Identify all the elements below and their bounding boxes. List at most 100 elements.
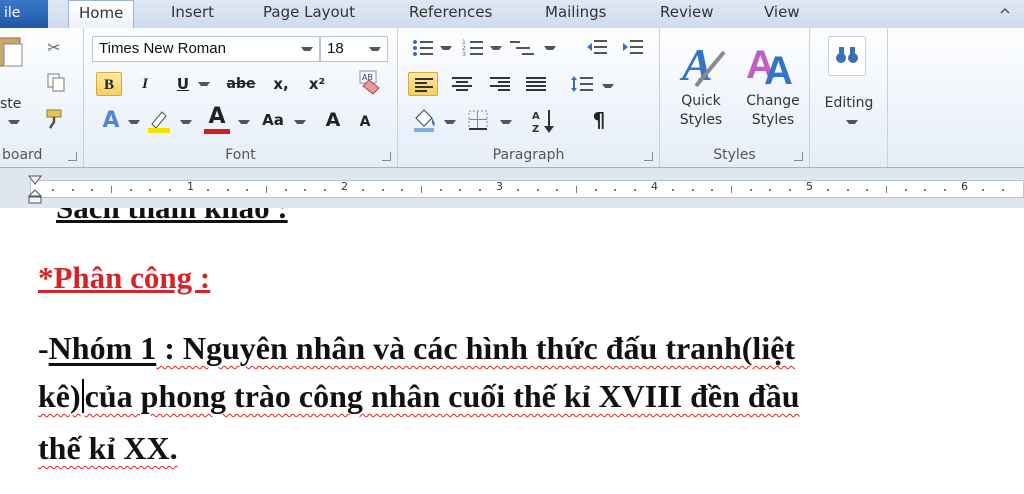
ruler-mark bbox=[536, 189, 539, 191]
ruler-mark bbox=[943, 189, 946, 191]
ruler-number: 6 bbox=[961, 180, 968, 193]
ruler-mark bbox=[362, 189, 365, 191]
ruler-mark bbox=[459, 189, 462, 191]
ribbon-tab-bar: ile Home Insert Page Layout References M… bbox=[0, 0, 1024, 29]
paragraph-line-3: thế kỉ XX. bbox=[38, 430, 178, 467]
tab-file[interactable]: ile bbox=[0, 0, 48, 28]
ruler-mark bbox=[788, 189, 791, 191]
decrease-indent-icon[interactable] bbox=[586, 38, 608, 58]
superscript-button[interactable]: x² bbox=[304, 72, 330, 96]
ruler-mark bbox=[1001, 189, 1004, 191]
text-effects-dropdown-icon[interactable] bbox=[128, 120, 140, 124]
ruler-mark bbox=[420, 186, 422, 193]
highlight-icon[interactable] bbox=[146, 108, 174, 134]
font-color-dropdown-icon[interactable] bbox=[238, 120, 250, 124]
tab-review[interactable]: Review bbox=[660, 0, 714, 28]
quick-styles-button[interactable]: A Quick Styles bbox=[666, 32, 736, 136]
paste-label[interactable]: ste bbox=[0, 96, 26, 112]
document-page[interactable]: Sách tham khảo : *Phân công : -Nhóm 1 : … bbox=[0, 208, 1024, 494]
bullets-dropdown-icon[interactable] bbox=[440, 46, 452, 50]
tab-references[interactable]: References bbox=[409, 0, 492, 28]
font-color-bar bbox=[204, 129, 230, 134]
ruler-mark bbox=[904, 189, 907, 191]
ruler-mark bbox=[246, 189, 249, 191]
copy-icon[interactable] bbox=[46, 72, 66, 92]
align-right-icon[interactable] bbox=[490, 76, 510, 92]
show-formatting-button[interactable]: ¶ bbox=[586, 108, 612, 132]
ruler-mark bbox=[110, 186, 112, 193]
line1-text: : Nguyên nhân và các hình thức đấu tranh… bbox=[156, 330, 796, 366]
subscript-button[interactable]: x, bbox=[268, 72, 294, 96]
font-name-dropdown-icon[interactable] bbox=[301, 47, 313, 51]
format-painter-icon[interactable] bbox=[44, 108, 68, 130]
multilevel-list-icon[interactable] bbox=[510, 38, 536, 58]
ruler-mark bbox=[52, 189, 55, 191]
tab-page-layout[interactable]: Page Layout bbox=[263, 0, 355, 28]
cut-off-line: Sách tham khảo : bbox=[56, 208, 288, 226]
line-spacing-icon[interactable] bbox=[570, 74, 594, 94]
change-styles-icon: A A bbox=[746, 43, 793, 88]
indent-marker-icon[interactable] bbox=[28, 174, 42, 204]
align-center-icon[interactable] bbox=[452, 76, 472, 92]
tab-view[interactable]: View bbox=[764, 0, 800, 28]
highlight-dropdown-icon[interactable] bbox=[180, 120, 192, 124]
tab-insert[interactable]: Insert bbox=[171, 0, 214, 28]
grow-font-button[interactable]: A bbox=[320, 108, 346, 132]
ruler-mark bbox=[633, 189, 636, 191]
minimize-ribbon-icon[interactable] bbox=[1000, 6, 1010, 16]
font-name-value: Times New Roman bbox=[99, 40, 226, 57]
borders-icon[interactable] bbox=[468, 110, 488, 130]
ruler-mark bbox=[711, 189, 714, 191]
font-size-dropdown-icon[interactable] bbox=[369, 47, 381, 51]
ruler-mark bbox=[924, 189, 927, 191]
italic-button[interactable]: I bbox=[132, 72, 158, 96]
ruler-mark bbox=[71, 189, 74, 191]
shading-dropdown-icon[interactable] bbox=[444, 120, 456, 124]
ruler-mark bbox=[866, 189, 869, 191]
increase-indent-icon[interactable] bbox=[622, 38, 644, 58]
bullets-icon[interactable] bbox=[412, 38, 434, 58]
tab-home[interactable]: Home bbox=[68, 0, 135, 29]
change-styles-button[interactable]: A A Change Styles bbox=[738, 32, 808, 136]
styles-launcher-icon[interactable] bbox=[794, 152, 803, 161]
shading-icon[interactable] bbox=[412, 108, 438, 132]
multilevel-list-dropdown-icon[interactable] bbox=[544, 46, 556, 50]
editing-dropdown-icon[interactable] bbox=[846, 120, 858, 124]
change-case-dropdown-icon[interactable] bbox=[294, 120, 306, 124]
ruler-mark bbox=[439, 189, 442, 191]
align-left-button[interactable] bbox=[408, 72, 438, 96]
numbering-icon[interactable]: 1 2 3 bbox=[462, 38, 484, 58]
justify-icon[interactable] bbox=[526, 76, 546, 92]
paragraph-launcher-icon[interactable] bbox=[644, 152, 653, 161]
numbering-dropdown-icon[interactable] bbox=[490, 46, 502, 50]
ruler-mark bbox=[207, 189, 210, 191]
dash: - bbox=[38, 330, 49, 366]
borders-dropdown-icon[interactable] bbox=[500, 120, 512, 124]
ruler-number: 3 bbox=[496, 180, 503, 193]
ruler-mark bbox=[517, 189, 520, 191]
ruler-mark bbox=[594, 189, 597, 191]
strikethrough-button[interactable]: abe bbox=[224, 72, 258, 96]
text-effects-icon[interactable]: A bbox=[98, 108, 124, 133]
tab-mailings[interactable]: Mailings bbox=[545, 0, 606, 28]
ruler-mark bbox=[265, 186, 267, 193]
font-size-combo[interactable]: 18 bbox=[320, 36, 388, 62]
underline-button[interactable]: U bbox=[170, 72, 196, 96]
paste-dropdown-icon[interactable] bbox=[8, 120, 20, 124]
clear-formatting-icon[interactable]: AB bbox=[354, 68, 384, 98]
cut-icon[interactable]: ✂ bbox=[44, 38, 64, 57]
paste-icon[interactable] bbox=[0, 34, 26, 70]
line-spacing-dropdown-icon[interactable] bbox=[602, 84, 614, 88]
font-launcher-icon[interactable] bbox=[382, 152, 391, 161]
font-color-icon[interactable]: A bbox=[204, 104, 230, 129]
change-case-button[interactable]: Aa bbox=[256, 108, 290, 132]
ruler-mark bbox=[691, 189, 694, 191]
editing-button[interactable]: Editing bbox=[814, 32, 884, 128]
font-name-combo[interactable]: Times New Roman bbox=[92, 36, 320, 62]
shrink-font-button[interactable]: A bbox=[352, 110, 378, 134]
sort-icon[interactable]: A Z bbox=[532, 108, 558, 134]
ruler-mark bbox=[168, 189, 171, 191]
underline-dropdown-icon[interactable] bbox=[198, 82, 210, 86]
bold-button[interactable]: B bbox=[96, 72, 122, 96]
clipboard-launcher-icon[interactable] bbox=[68, 152, 77, 161]
